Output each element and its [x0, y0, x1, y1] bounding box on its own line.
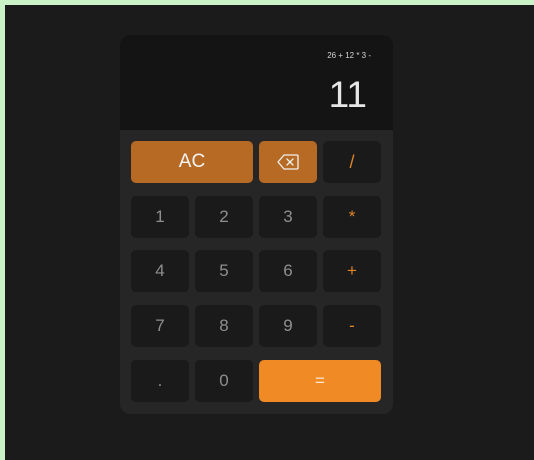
digit-4-button[interactable]: 4 [131, 250, 189, 292]
digit-3-button[interactable]: 3 [259, 196, 317, 238]
calculator: 26 + 12 * 3 - 11 AC / 1 2 3 * 4 5 6 + 7 … [120, 35, 393, 414]
digit-7-button[interactable]: 7 [131, 305, 189, 347]
multiply-button[interactable]: * [323, 196, 381, 238]
digit-1-button[interactable]: 1 [131, 196, 189, 238]
divide-button[interactable]: / [323, 141, 381, 183]
add-button[interactable]: + [323, 250, 381, 292]
digit-9-button[interactable]: 9 [259, 305, 317, 347]
equals-button[interactable]: = [259, 360, 381, 402]
calculator-display: 26 + 12 * 3 - 11 [120, 35, 393, 130]
page-background: 26 + 12 * 3 - 11 AC / 1 2 3 * 4 5 6 + 7 … [5, 5, 534, 460]
subtract-button[interactable]: - [323, 305, 381, 347]
digit-0-button[interactable]: 0 [195, 360, 253, 402]
digit-5-button[interactable]: 5 [195, 250, 253, 292]
digit-8-button[interactable]: 8 [195, 305, 253, 347]
clear-button[interactable]: AC [131, 141, 253, 183]
backspace-icon [277, 154, 299, 170]
result-readout: 11 [328, 74, 367, 115]
backspace-button[interactable] [259, 141, 317, 183]
digit-2-button[interactable]: 2 [195, 196, 253, 238]
digit-6-button[interactable]: 6 [259, 250, 317, 292]
expression-readout: 26 + 12 * 3 - [327, 51, 371, 60]
decimal-button[interactable]: . [131, 360, 189, 402]
